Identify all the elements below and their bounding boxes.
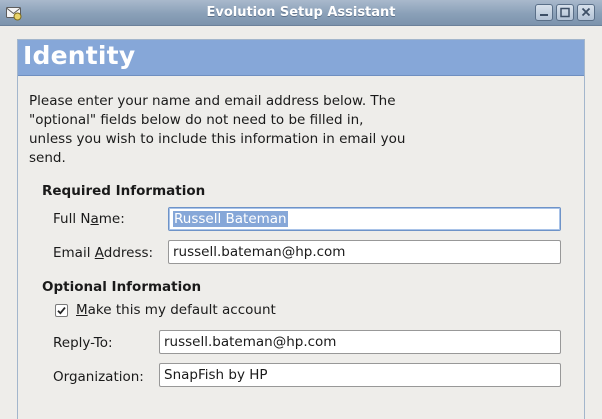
label-text: Email (53, 245, 95, 261)
full-name-field[interactable]: Russell Bateman (168, 207, 561, 231)
optional-info-heading: Optional Information (42, 279, 202, 295)
organization-field[interactable]: SnapFish by HP (159, 363, 561, 387)
label-mnemonic: M (76, 302, 88, 318)
required-info-heading: Required Information (42, 183, 206, 199)
label-text: me: (98, 211, 125, 227)
label-mnemonic: a (90, 211, 99, 227)
default-account-checkbox[interactable] (55, 304, 68, 317)
label-text: ake this my default account (87, 302, 276, 318)
title-bar[interactable]: Evolution Setup Assistant (0, 0, 602, 26)
intro-line: send. (29, 150, 66, 166)
identity-page: Identity Please enter your name and emai… (17, 39, 585, 419)
intro-line: "optional" fields below do not need to b… (29, 112, 364, 128)
intro-line: Please enter your name and email address… (29, 93, 396, 109)
maximize-button[interactable] (556, 4, 574, 21)
reply-to-label: Reply-To: (53, 335, 113, 351)
intro-line: unless you wish to include this informat… (29, 131, 406, 147)
label-text: ddress: (103, 245, 154, 261)
checkmark-icon (57, 307, 66, 315)
close-icon (581, 7, 591, 17)
window-title: Evolution Setup Assistant (206, 5, 396, 20)
email-address-field[interactable]: russell.bateman@hp.com (168, 240, 561, 264)
maximize-icon (560, 7, 570, 18)
minimize-button[interactable] (535, 4, 553, 21)
organization-label: Organization: (53, 369, 144, 385)
default-account-label[interactable]: Make this my default account (76, 302, 276, 318)
label-mnemonic: A (94, 245, 104, 261)
email-address-label: Email Address: (53, 245, 153, 261)
setup-assistant-window: Evolution Setup Assistant Identity Pleas… (0, 0, 602, 419)
reply-to-field[interactable]: russell.bateman@hp.com (159, 330, 561, 354)
minimize-icon (540, 14, 548, 16)
page-banner: Identity (18, 40, 584, 76)
label-text: Full N (53, 211, 91, 227)
full-name-label: Full Name: (53, 211, 125, 227)
intro-text: Please enter your name and email address… (29, 92, 409, 168)
page-title: Identity (23, 41, 136, 70)
full-name-value: Russell Bateman (173, 211, 288, 227)
close-button[interactable] (577, 4, 595, 21)
